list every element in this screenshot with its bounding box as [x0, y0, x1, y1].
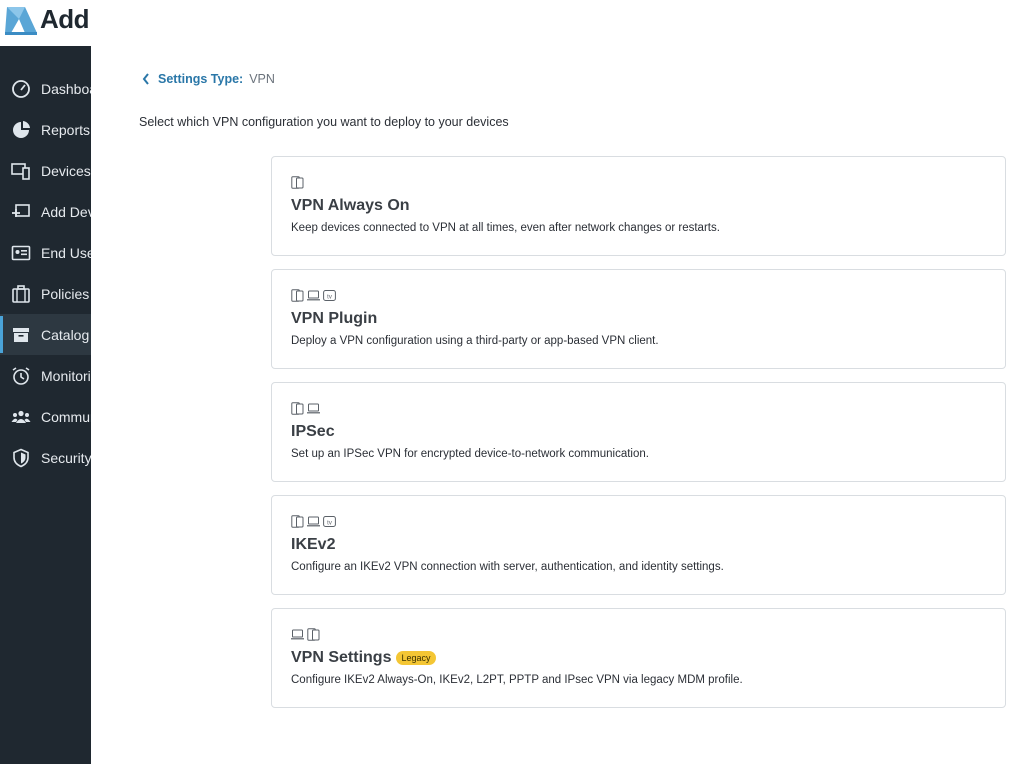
phone-icon: [291, 288, 304, 302]
sidebar-item-label: Catalog: [41, 326, 90, 343]
logo-mark-icon: [5, 7, 37, 35]
sidebar-item-community[interactable]: Community: [0, 396, 91, 437]
platform-icons: [291, 175, 986, 189]
phone-icon: [307, 627, 320, 641]
vpn-option-description: Set up an IPSec VPN for encrypted device…: [291, 448, 649, 460]
tv-icon: tv: [323, 289, 336, 302]
sidebar-item-label: Devices: [41, 162, 91, 179]
id-card-icon: [11, 243, 31, 263]
laptop-icon: [291, 628, 304, 641]
platform-icons: [291, 627, 986, 641]
laptop-icon: [307, 289, 320, 302]
sidebar-item-security[interactable]: Security: [0, 437, 91, 478]
people-icon: [11, 407, 31, 427]
app-window: Add Dashboard Reports Devices Add Devices En…: [0, 0, 1024, 764]
sidebar: Add Dashboard Reports Devices Add Devices En…: [0, 0, 91, 764]
logo[interactable]: Add: [0, 0, 91, 46]
sidebar-item-label: Security: [41, 449, 91, 466]
breadcrumb: Settings Type: VPN: [142, 72, 275, 86]
vpn-option-title-text: VPN Settings: [291, 649, 392, 666]
shield-icon: [11, 448, 31, 468]
vpn-option-description: Keep devices connected to VPN at all tim…: [291, 222, 720, 234]
brand-name: Add: [40, 4, 90, 34]
vpn-option-title-text: IPSec: [291, 423, 335, 440]
vpn-option-card-ikev2[interactable]: tv IKEv2 Configure an IKEv2 VPN connection…: [271, 495, 1006, 595]
vpn-option-title-text: IKEv2: [291, 536, 336, 553]
legacy-badge: Legacy: [396, 651, 436, 665]
sidebar-item-dashboard[interactable]: Dashboard: [0, 68, 91, 109]
sidebar-item-policies[interactable]: Policies: [0, 273, 91, 314]
vpn-option-title: VPN Always On: [291, 197, 986, 215]
gauge-icon: [11, 79, 31, 99]
laptop-icon: [307, 402, 320, 415]
phone-icon: [291, 401, 304, 415]
svg-text:tv: tv: [327, 520, 332, 526]
vpn-option-card-vpn-plugin[interactable]: tv VPN Plugin Deploy a VPN configuration u…: [271, 269, 1006, 369]
sidebar-nav: Dashboard Reports Devices Add Devices End Us…: [0, 68, 91, 478]
alarm-clock-icon: [11, 366, 31, 386]
vpn-option-card-ipsec[interactable]: IPSec Set up an IPSec VPN for encrypted d…: [271, 382, 1006, 482]
sidebar-item-label: Reports: [41, 121, 91, 138]
vpn-option-description: Deploy a VPN configuration using a third…: [291, 335, 659, 347]
sidebar-item-label: Monitoring: [41, 367, 91, 384]
main-content: Settings Type: VPN Select which VPN conf…: [91, 0, 1024, 764]
platform-icons: tv: [291, 514, 986, 528]
sidebar-item-add-devices[interactable]: Add Devices: [0, 191, 91, 232]
phone-icon: [291, 175, 304, 189]
laptop-icon: [307, 515, 320, 528]
devices-icon: [11, 161, 31, 181]
vpn-option-title: VPN Plugin: [291, 310, 986, 328]
sidebar-item-label: End Users: [41, 244, 91, 261]
phone-icon: [291, 514, 304, 528]
briefcase-icon: [11, 284, 31, 304]
vpn-option-title: IKEv2: [291, 536, 986, 554]
sidebar-item-label: Policies: [41, 285, 90, 302]
vpn-option-card-vpn-always-on[interactable]: VPN Always On Keep devices connected to V…: [271, 156, 1006, 256]
vpn-option-title: VPN Settings Legacy: [291, 649, 986, 667]
sidebar-item-label: Community: [41, 408, 91, 425]
vpn-option-title-text: VPN Always On: [291, 197, 410, 214]
chevron-left-icon[interactable]: [142, 72, 154, 86]
sidebar-item-monitoring[interactable]: Monitoring: [0, 355, 91, 396]
pie-chart-icon: [11, 120, 31, 140]
sidebar-item-end-users[interactable]: End Users: [0, 232, 91, 273]
sidebar-item-label: Dashboard: [41, 80, 91, 97]
vpn-option-description: Configure IKEv2 Always-On, IKEv2, L2PT, …: [291, 674, 743, 686]
page-instructions: Select which VPN configuration you want …: [139, 115, 509, 129]
vpn-option-title-text: VPN Plugin: [291, 310, 378, 327]
sidebar-item-label: Add Devices: [41, 203, 91, 220]
vpn-option-description: Configure an IKEv2 VPN connection with s…: [291, 561, 724, 573]
sidebar-item-reports[interactable]: Reports: [0, 109, 91, 150]
catalog-box-icon: [11, 325, 31, 345]
vpn-option-title: IPSec: [291, 423, 986, 441]
svg-text:tv: tv: [327, 294, 332, 300]
vpn-option-card-vpn-settings[interactable]: VPN Settings Legacy Configure IKEv2 Always…: [271, 608, 1006, 708]
breadcrumb-current: VPN: [249, 72, 275, 86]
sidebar-item-catalog[interactable]: Catalog: [0, 314, 91, 355]
vpn-option-list: VPN Always On Keep devices connected to V…: [271, 156, 1006, 721]
platform-icons: [291, 401, 986, 415]
tv-icon: tv: [323, 515, 336, 528]
add-device-icon: [11, 202, 31, 222]
platform-icons: tv: [291, 288, 986, 302]
breadcrumb-settings-type-link[interactable]: Settings Type:: [158, 72, 243, 86]
sidebar-item-devices[interactable]: Devices: [0, 150, 91, 191]
